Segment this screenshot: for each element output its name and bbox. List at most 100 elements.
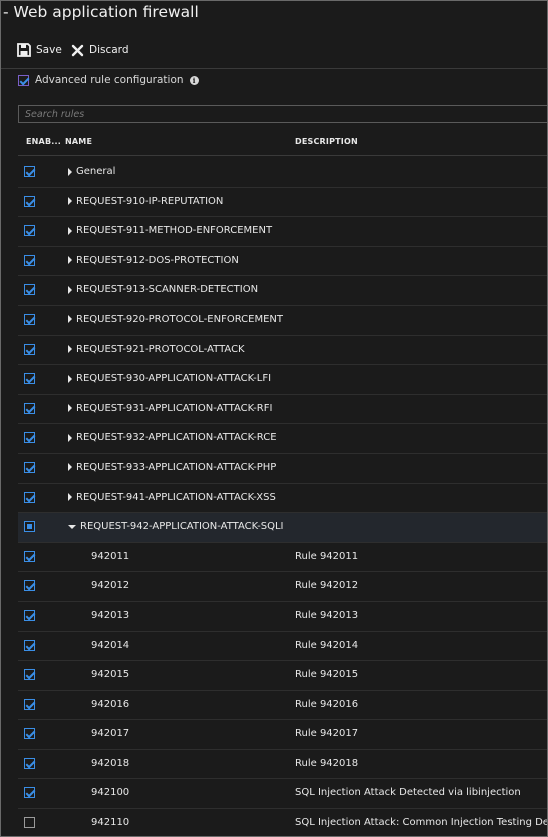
group-name: REQUEST-913-SCANNER-DETECTION [68,284,258,295]
group-name: REQUEST-921-PROTOCOL-ATTACK [68,344,245,355]
group-name-label: REQUEST-910-IP-REPUTATION [76,195,224,207]
chevron-right-icon[interactable] [68,374,72,383]
chevron-right-icon[interactable] [68,433,72,442]
chevron-right-icon[interactable] [68,226,72,235]
group-name-label: REQUEST-930-APPLICATION-ATTACK-LFI [76,373,272,385]
group-name: REQUEST-941-APPLICATION-ATTACK-XSS [68,492,276,503]
rule-group-row[interactable]: REQUEST-930-APPLICATION-ATTACK-LFI [18,365,547,395]
table-header: ENAB... NAME DESCRIPTION [18,129,547,156]
rule-id: 942018 [91,757,130,769]
rule-checkbox[interactable] [24,639,35,651]
rule-checkbox[interactable] [24,757,35,769]
group-name-label: REQUEST-911-METHOD-ENFORCEMENT [76,225,273,237]
advanced-rule-label: Advanced rule configuration [35,74,184,86]
rule-description: Rule 942013 [295,609,359,621]
rule-row[interactable]: 942110 SQL Injection Attack: Common Injec… [18,809,548,836]
group-checkbox[interactable] [24,225,35,237]
group-checkbox[interactable] [24,402,35,414]
group-name-label: REQUEST-932-APPLICATION-ATTACK-RCE [76,432,277,444]
group-checkbox[interactable] [24,166,35,177]
rule-checkbox[interactable] [24,609,35,621]
rule-checkbox[interactable] [24,787,35,799]
rule-row[interactable]: 942017 Rule 942017 [18,720,547,750]
group-checkbox[interactable] [24,195,35,207]
rule-checkbox[interactable] [24,698,35,710]
rule-row[interactable]: 942013 Rule 942013 [18,602,547,632]
rule-checkbox[interactable] [24,817,35,829]
group-name: REQUEST-932-APPLICATION-ATTACK-RCE [68,432,277,443]
chevron-right-icon[interactable] [68,345,72,354]
discard-button[interactable]: Discard [71,42,128,58]
rule-description: Rule 942015 [295,669,359,681]
chevron-right-icon[interactable] [68,197,72,206]
rule-description: Rule 942014 [295,639,359,651]
chevron-right-icon[interactable] [68,404,72,413]
group-checkbox[interactable] [24,284,35,296]
group-name-label: REQUEST-912-DOS-PROTECTION [76,254,239,266]
chevron-right-icon[interactable] [68,256,72,265]
rule-id: 942014 [91,639,130,651]
rule-group-row[interactable]: REQUEST-942-APPLICATION-ATTACK-SQLI [18,513,547,543]
rule-group-row[interactable]: REQUEST-933-APPLICATION-ATTACK-PHP [18,454,547,484]
group-checkbox[interactable] [24,491,35,503]
rule-id: 942013 [91,609,130,621]
group-name: REQUEST-911-METHOD-ENFORCEMENT [68,225,272,236]
rule-checkbox[interactable] [24,580,35,592]
group-checkbox[interactable] [24,313,35,325]
group-name-label: REQUEST-921-PROTOCOL-ATTACK [76,343,245,355]
rule-group-row[interactable]: REQUEST-921-PROTOCOL-ATTACK [18,336,547,366]
rule-group-row[interactable]: General [18,158,547,188]
rule-row[interactable]: 942012 Rule 942012 [18,572,547,602]
advanced-rule-checkbox[interactable] [18,74,29,86]
group-checkbox[interactable] [24,373,35,385]
save-button[interactable]: Save [17,42,62,58]
advanced-rule-configuration: Advanced rule configuration i [18,74,199,86]
chevron-down-icon[interactable] [68,524,76,529]
close-icon [71,44,84,57]
column-enabled[interactable]: ENAB... [26,137,61,146]
rule-description: Rule 942012 [295,580,359,592]
group-name-label: REQUEST-933-APPLICATION-ATTACK-PHP [76,461,277,473]
rule-checkbox[interactable] [24,728,35,740]
rule-group-row[interactable]: REQUEST-910-IP-REPUTATION [18,188,547,218]
rule-group-row[interactable]: REQUEST-931-APPLICATION-ATTACK-RFI [18,395,547,425]
column-name[interactable]: NAME [65,137,92,146]
rule-description: SQL Injection Attack: Common Injection T… [295,817,548,829]
group-name: REQUEST-931-APPLICATION-ATTACK-RFI [68,403,272,414]
rule-group-row[interactable]: REQUEST-941-APPLICATION-ATTACK-XSS [18,484,547,514]
search-input[interactable] [18,105,547,123]
chevron-right-icon[interactable] [68,493,72,502]
chevron-right-icon[interactable] [68,315,72,324]
rule-checkbox[interactable] [24,550,35,562]
command-bar: Save Discard [1,31,547,69]
rule-row[interactable]: 942014 Rule 942014 [18,632,547,662]
rule-row[interactable]: 942011 Rule 942011 [18,543,547,573]
chevron-right-icon[interactable] [68,167,72,176]
rule-group-row[interactable]: REQUEST-911-METHOD-ENFORCEMENT [18,217,547,247]
chevron-right-icon[interactable] [68,285,72,294]
rule-group-row[interactable]: REQUEST-912-DOS-PROTECTION [18,247,547,277]
waf-blade: - Web application firewall Save Discard [0,0,548,837]
rule-row[interactable]: 942015 Rule 942015 [18,661,547,691]
info-icon[interactable]: i [189,75,199,85]
column-description[interactable]: DESCRIPTION [295,137,358,146]
rule-group-row[interactable]: REQUEST-913-SCANNER-DETECTION [18,276,547,306]
rule-row[interactable]: 942100 SQL Injection Attack Detected via … [18,779,547,810]
group-checkbox[interactable] [24,343,35,355]
rule-row[interactable]: 942018 Rule 942018 [18,750,547,780]
rule-group-row[interactable]: REQUEST-932-APPLICATION-ATTACK-RCE [18,424,547,454]
rule-row[interactable]: 942016 Rule 942016 [18,691,547,721]
group-name: REQUEST-920-PROTOCOL-ENFORCEMENT [68,314,283,325]
group-checkbox[interactable] [24,521,35,533]
chevron-right-icon[interactable] [68,463,72,472]
rule-id: 942012 [91,580,130,592]
rule-description: Rule 942016 [295,698,359,710]
rule-id: 942017 [91,728,130,740]
rule-description: Rule 942018 [295,757,359,769]
group-checkbox[interactable] [24,432,35,444]
group-checkbox[interactable] [24,461,35,473]
rule-checkbox[interactable] [24,669,35,681]
group-checkbox[interactable] [24,254,35,266]
rule-description: SQL Injection Attack Detected via libinj… [295,787,521,799]
rule-group-row[interactable]: REQUEST-920-PROTOCOL-ENFORCEMENT [18,306,547,336]
